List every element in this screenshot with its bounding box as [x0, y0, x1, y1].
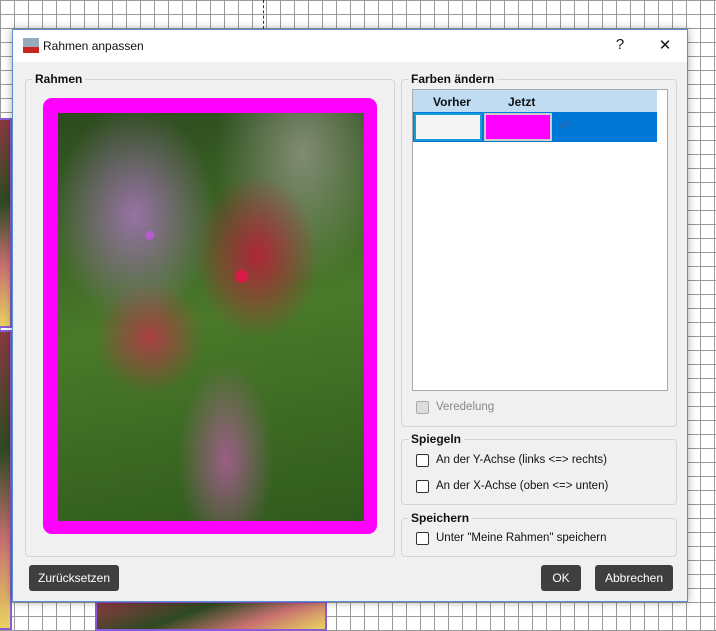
mirror-y-checkbox[interactable] — [416, 454, 429, 467]
preview-photo — [58, 113, 364, 521]
mirror-group: Spiegeln An der Y-Achse (links <=> recht… — [401, 432, 677, 505]
group-label: Speichern — [408, 511, 473, 525]
background-photo — [0, 118, 12, 328]
undo-icon[interactable]: ↶ — [559, 117, 572, 137]
save-group: Speichern Unter "Meine Rahmen" speichern — [401, 511, 677, 557]
column-now: Jetzt — [508, 95, 536, 109]
now-color-swatch[interactable] — [484, 113, 552, 141]
close-button[interactable]: ✕ — [655, 36, 675, 54]
help-button[interactable]: ? — [610, 36, 630, 53]
mirror-y-label: An der Y-Achse (links <=> rechts) — [436, 454, 607, 466]
background-photo — [95, 601, 327, 631]
frame-preview-group: Rahmen — [25, 72, 395, 557]
veredelung-checkbox[interactable] — [416, 401, 429, 414]
veredelung-label: Veredelung — [436, 401, 495, 413]
group-label: Farben ändern — [408, 72, 498, 86]
mirror-x-label: An der X-Achse (oben <=> unten) — [436, 480, 609, 492]
color-row[interactable]: ↶ — [413, 112, 657, 142]
before-color-swatch — [414, 113, 482, 141]
change-colors-group: Farben ändern Vorher Jetzt ↶ Veredelung — [401, 72, 677, 427]
frame-preview — [46, 101, 374, 531]
group-label: Spiegeln — [408, 432, 465, 446]
reset-button[interactable]: Zurücksetzen — [29, 565, 119, 591]
save-frame-checkbox[interactable] — [416, 532, 429, 545]
color-list-header: Vorher Jetzt — [413, 90, 657, 112]
title-bar: Rahmen anpassen ? ✕ — [13, 30, 687, 62]
mirror-x-checkbox[interactable] — [416, 480, 429, 493]
color-list[interactable]: Vorher Jetzt ↶ — [412, 89, 668, 391]
dialog-title: Rahmen anpassen — [43, 39, 144, 53]
ok-button[interactable]: OK — [541, 565, 581, 591]
group-label: Rahmen — [32, 72, 86, 86]
app-icon — [23, 38, 39, 53]
column-before: Vorher — [433, 95, 471, 109]
cancel-button[interactable]: Abbrechen — [595, 565, 673, 591]
customize-frame-dialog: Rahmen anpassen ? ✕ Rahmen Farben ändern… — [12, 29, 688, 602]
save-frame-label: Unter "Meine Rahmen" speichern — [436, 532, 607, 544]
canvas-guide-line — [263, 0, 264, 29]
background-photo — [0, 330, 12, 630]
